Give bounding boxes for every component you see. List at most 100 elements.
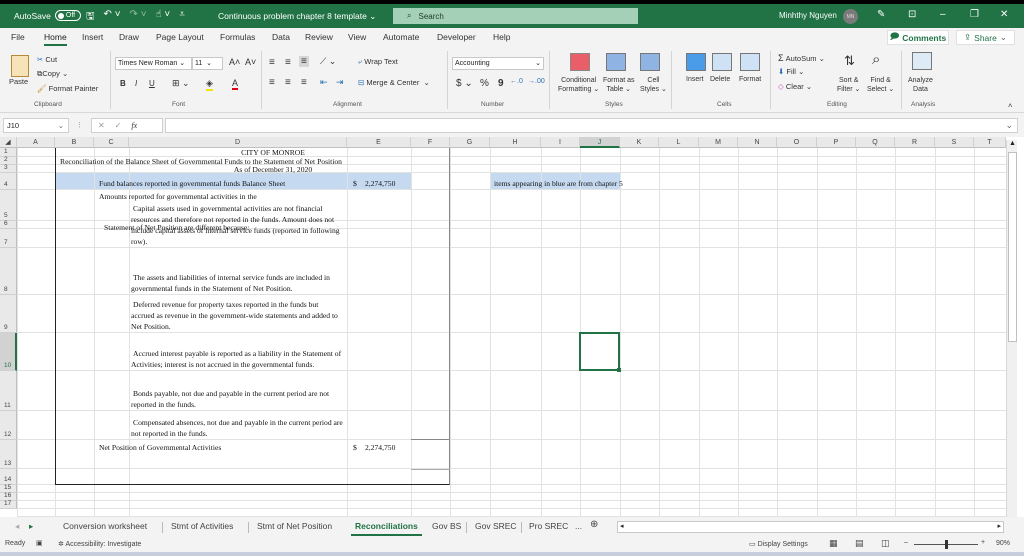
horizontal-scrollbar[interactable]: ◂ ▸ bbox=[617, 521, 1004, 533]
currency-button[interactable]: $ ⌄ bbox=[456, 78, 473, 89]
font-color-icon[interactable]: A bbox=[232, 78, 239, 90]
row-header-6[interactable]: 6 bbox=[0, 220, 17, 229]
find-select-icon[interactable]: ⌕ bbox=[872, 51, 880, 68]
row-header-9[interactable]: 9 bbox=[0, 295, 17, 333]
fund-balances-value[interactable]: 2,274,750 bbox=[365, 178, 409, 189]
restore-icon[interactable]: ❐ bbox=[970, 9, 979, 20]
row-header-1[interactable]: 1 bbox=[0, 148, 17, 157]
internal-service-item[interactable]: The assets and liabilities of internal s… bbox=[131, 272, 343, 294]
decrease-decimal-icon[interactable]: →.00 bbox=[528, 78, 545, 85]
format-cells-button[interactable]: Format bbox=[739, 76, 761, 83]
bonds-payable-item[interactable]: Bonds payable, not due and payable in th… bbox=[131, 388, 343, 410]
increase-decimal-icon[interactable]: ←.0 bbox=[510, 78, 523, 85]
autosum-button[interactable]: Σ AutoSum ⌄ bbox=[778, 53, 825, 63]
borders-icon[interactable]: ⊞ ⌄ bbox=[172, 78, 190, 89]
column-header-r[interactable]: R bbox=[895, 137, 935, 148]
expand-formula-icon[interactable]: ⌄ bbox=[1005, 120, 1013, 131]
sheet-tab[interactable]: Gov SREC bbox=[475, 521, 517, 531]
comma-button[interactable]: 9 bbox=[498, 78, 504, 89]
align-left-icon[interactable]: ≡ bbox=[269, 77, 275, 88]
scroll-up-icon[interactable]: ▲ bbox=[1009, 140, 1016, 147]
font-family-select[interactable]: Times New Roman ⌄ bbox=[115, 57, 192, 70]
row-header-5[interactable]: 5 bbox=[0, 190, 17, 221]
italic-button[interactable]: I bbox=[135, 79, 137, 88]
column-header-l[interactable]: L bbox=[659, 137, 699, 148]
tab-draw[interactable]: Draw bbox=[119, 32, 139, 42]
fill-button[interactable]: ⬇ Fill ⌄ bbox=[778, 67, 804, 76]
net-position-label[interactable]: Net Position of Governmental Activities bbox=[99, 442, 329, 453]
sheet-tab[interactable]: Gov BS bbox=[432, 521, 461, 531]
merge-center-button[interactable]: ⊟ Merge & Center ⌄ bbox=[358, 78, 430, 87]
tab-data[interactable]: Data bbox=[272, 32, 290, 42]
redo-icon[interactable]: ↷ ˅ bbox=[130, 9, 147, 26]
select-all-button[interactable]: ◢ bbox=[0, 137, 17, 148]
column-header-i[interactable]: I bbox=[541, 137, 580, 148]
cell-styles-button[interactable]: Cell Styles ⌄ bbox=[640, 76, 667, 94]
insert-cells-button[interactable]: Insert bbox=[686, 76, 704, 83]
formula-input[interactable]: ⌄ bbox=[165, 118, 1018, 133]
row-header-2[interactable]: 2 bbox=[0, 156, 17, 165]
format-cells-icon[interactable] bbox=[740, 53, 760, 71]
vertical-scrollbar[interactable]: ▲ ▼ bbox=[1006, 140, 1017, 526]
net-position-currency[interactable]: $ bbox=[353, 442, 363, 453]
align-middle-icon[interactable]: ≡ bbox=[285, 57, 291, 68]
chapter-note[interactable]: items appearing in blue are from chapter… bbox=[494, 178, 694, 189]
sheet-tab-active[interactable]: Reconciliations bbox=[351, 521, 422, 536]
zoom-in-button[interactable]: + bbox=[981, 539, 985, 546]
column-header-s[interactable]: S bbox=[935, 137, 974, 148]
report-date[interactable]: As of December 31, 2020 bbox=[55, 164, 491, 175]
zoom-level[interactable]: 90% bbox=[996, 540, 1010, 547]
display-settings-button[interactable]: ▭ Display Settings bbox=[749, 540, 808, 548]
sort-filter-icon[interactable]: ⇅ bbox=[844, 53, 855, 69]
zoom-slider-thumb[interactable] bbox=[945, 540, 948, 549]
document-title[interactable]: Continuous problem chapter 8 template ⌄ bbox=[218, 11, 376, 22]
sheet-tab[interactable]: Stmt of Activities bbox=[171, 521, 233, 531]
row-header-17[interactable]: 17 bbox=[0, 500, 17, 509]
insert-function-icon[interactable]: fx bbox=[131, 121, 137, 130]
share-button[interactable]: ⇪ Share ⌄ bbox=[956, 30, 1015, 45]
increase-indent-icon[interactable]: ⇥ bbox=[336, 77, 344, 88]
net-position-value[interactable]: 2,274,750 bbox=[365, 442, 409, 453]
macro-recording-icon[interactable]: ▣ bbox=[36, 539, 43, 547]
column-header-p[interactable]: P bbox=[817, 137, 856, 148]
paste-icon[interactable] bbox=[11, 55, 29, 77]
worksheet-grid[interactable]: ◢ A B C D E F G H I J K L M N O P Q R S T 1 2 3 4 5 6 7 8 9 10 11 12 13 1… bbox=[0, 137, 1024, 517]
search-input[interactable]: ⌕ Search bbox=[393, 8, 638, 24]
number-format-select[interactable]: Accounting ⌄ bbox=[452, 57, 544, 70]
collapse-ribbon-icon[interactable]: ˄ bbox=[1008, 101, 1012, 110]
tab-review[interactable]: Review bbox=[305, 32, 333, 42]
scroll-left-icon[interactable]: ◂ bbox=[620, 522, 624, 530]
enter-icon[interactable]: ✓ bbox=[115, 121, 122, 130]
accrued-interest-item[interactable]: Accrued interest payable is reported as … bbox=[131, 348, 343, 370]
paste-button[interactable]: Paste bbox=[9, 77, 28, 86]
autosave-control[interactable]: AutoSave Off bbox=[14, 10, 81, 21]
scroll-right-icon[interactable]: ▸ bbox=[997, 522, 1001, 530]
minimize-icon[interactable]: – bbox=[940, 9, 946, 20]
format-as-table-button[interactable]: Format as Table ⌄ bbox=[603, 76, 635, 94]
compensated-absences-item[interactable]: Compensated absences, not due and payabl… bbox=[131, 417, 343, 439]
row-header-3[interactable]: 3 bbox=[0, 164, 17, 173]
column-header-a[interactable]: A bbox=[17, 137, 55, 148]
underline-button[interactable]: U bbox=[149, 79, 155, 88]
align-right-icon[interactable]: ≡ bbox=[301, 77, 307, 88]
tab-automate[interactable]: Automate bbox=[383, 32, 419, 42]
column-header-q[interactable]: Q bbox=[856, 137, 895, 148]
column-header-k[interactable]: K bbox=[620, 137, 659, 148]
align-bottom-icon[interactable]: ≡ bbox=[299, 56, 309, 67]
copy-button[interactable]: ⧉Copy ⌄ bbox=[37, 69, 68, 79]
page-layout-view-icon[interactable]: ▤ bbox=[855, 538, 864, 549]
row-header-7[interactable]: 7 bbox=[0, 229, 17, 248]
decrease-indent-icon[interactable]: ⇤ bbox=[320, 77, 328, 88]
format-as-table-icon[interactable] bbox=[606, 53, 626, 71]
row-header-4[interactable]: 4 bbox=[0, 173, 17, 190]
amounts-line-1[interactable]: Amounts reported for governmental activi… bbox=[99, 191, 339, 202]
comments-button[interactable]: 🗩 Comments bbox=[887, 30, 949, 45]
bold-button[interactable]: B bbox=[120, 79, 126, 88]
increase-font-icon[interactable]: A˄ bbox=[229, 57, 240, 67]
autosave-toggle[interactable]: Off bbox=[54, 10, 81, 21]
fund-balances-currency[interactable]: $ bbox=[353, 178, 363, 189]
tab-page-layout[interactable]: Page Layout bbox=[156, 32, 204, 42]
clear-button[interactable]: ◇ Clear ⌄ bbox=[778, 82, 812, 91]
align-center-icon[interactable]: ≡ bbox=[285, 77, 291, 88]
scroll-thumb[interactable] bbox=[1008, 152, 1017, 342]
